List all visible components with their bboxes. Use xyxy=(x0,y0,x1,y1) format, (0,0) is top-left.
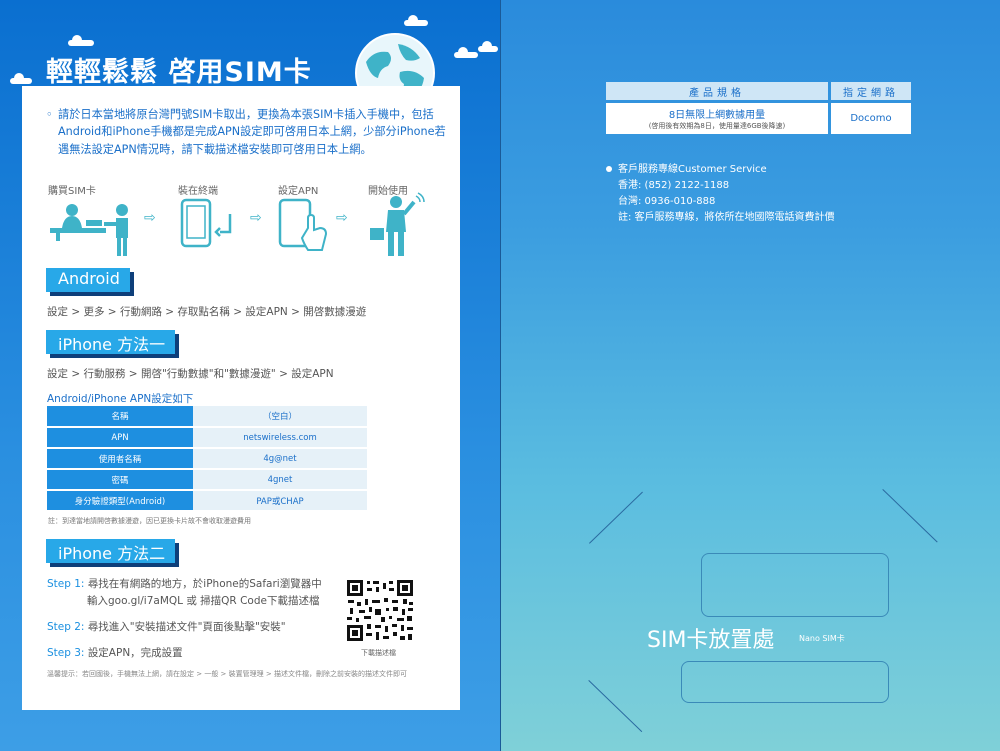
apn-settings-table: 名稱 （空白） APN netswireless.com 使用者名稱 4g@net 密… xyxy=(47,406,367,512)
table-row: 名稱 （空白） xyxy=(47,406,367,428)
step-2-label: Step 2: xyxy=(47,621,85,633)
intro-text: 請於日本當地將原台灣門號SIM卡取出，更換為本張SIM卡插入手機中，包括Andr… xyxy=(58,108,446,156)
cs-title-line: 客戶服務專線Customer Service xyxy=(606,162,835,178)
cut-line xyxy=(589,491,643,544)
sim-slot-top xyxy=(701,553,889,617)
apn-settings-title: Android/iPhone APN設定如下 xyxy=(47,393,194,405)
bullet-icon xyxy=(606,166,612,172)
apn-key: 使用者名稱 xyxy=(47,448,193,470)
apn-value: 4gnet xyxy=(193,469,367,491)
customer-service-block: 客戶服務專線Customer Service 香港: (852) 2122-11… xyxy=(606,162,835,226)
iphone1-tab-label: iPhone 方法一 xyxy=(58,335,166,354)
tab-iphone-method-1: iPhone 方法一 xyxy=(46,330,180,358)
phone-insert-icon xyxy=(180,198,232,248)
page-title: 輕輕鬆鬆 啓用SIM卡 xyxy=(46,57,312,88)
activation-steps: 購買SIM卡 裝在終端 設定APN 開始使用 ⇨ ⇨ ⇨ xyxy=(46,182,446,262)
cloud-decoration xyxy=(478,41,498,52)
method2-step-1-sub: 輸入goo.gl/i7aMQL 或 掃描QR Code下載描述檔 xyxy=(87,595,320,607)
tab-shadow-right xyxy=(129,272,134,292)
arrow-icon: ⇨ xyxy=(250,210,262,226)
cs-hongkong: 香港: (852) 2122-1188 xyxy=(618,180,730,191)
android-settings-path: 設定 > 更多 > 行動網路 > 存取點名稱 > 設定APN > 開啓數據漫遊 xyxy=(47,306,367,318)
table-row: 使用者名稱 4g@net xyxy=(47,448,367,470)
spec-cell: 8日無限上網數據用量 (啓用後有效期為8日，使用量達6GB後降速) xyxy=(606,100,828,134)
spec-header: 產品規格 xyxy=(606,82,828,100)
arrow-icon: ⇨ xyxy=(144,210,156,226)
qr-caption: 下載描述檔 xyxy=(361,649,396,657)
tab-shadow-right xyxy=(175,543,180,563)
step-label-install: 裝在終端 xyxy=(178,186,218,197)
step-1-label: Step 1: xyxy=(47,578,85,590)
spec-sub: (啓用後有效期為8日，使用量達6GB後降速) xyxy=(648,122,786,130)
step-label-buy: 購買SIM卡 xyxy=(48,186,96,197)
step-1-text: 尋找在有網路的地方，於iPhone的Safari瀏覽器中 xyxy=(87,578,322,590)
qr-code-icon[interactable] xyxy=(345,578,415,643)
table-row: 密碼 4gnet xyxy=(47,469,367,491)
step-3-label: Step 3: xyxy=(47,647,85,659)
sim-placement-label: SIM卡放置處 xyxy=(647,628,775,653)
android-tab-label: Android xyxy=(58,269,120,288)
table-row: 身分驗證類型(Android) PAP或CHAP xyxy=(47,490,367,512)
tab-shadow-bottom xyxy=(50,292,134,296)
sim-slot-bottom xyxy=(681,661,889,703)
iphone1-settings-path: 設定 > 行動服務 > 開啓"行動數據"和"數據漫遊" > 設定APN xyxy=(47,368,334,380)
apn-key: APN xyxy=(47,427,193,449)
cs-taiwan: 台灣: 0936-010-888 xyxy=(618,196,716,207)
shop-counter-icon xyxy=(50,204,128,256)
tab-shadow-right xyxy=(175,334,180,354)
product-spec-table: 產品規格 指定網路 8日無限上網數據用量 (啓用後有效期為8日，使用量達6GB後… xyxy=(603,82,914,134)
cloud-decoration xyxy=(10,73,32,84)
table-row: 8日無限上網數據用量 (啓用後有效期為8日，使用量達6GB後降速) Docomo xyxy=(606,100,911,134)
apn-key: 身分驗證類型(Android) xyxy=(47,490,193,512)
cloud-decoration xyxy=(68,35,94,46)
nano-sim-label: Nano SIM卡 xyxy=(799,634,845,643)
apn-key: 名稱 xyxy=(47,406,193,428)
tab-shadow-bottom xyxy=(50,563,180,567)
tab-android: Android xyxy=(46,268,134,296)
step-label-apn: 設定APN xyxy=(278,186,319,197)
tab-iphone-method-2: iPhone 方法二 xyxy=(46,539,180,567)
phone-tap-icon xyxy=(278,198,328,251)
cloud-decoration xyxy=(454,47,478,58)
cloud-decoration xyxy=(404,15,428,26)
iphone2-tab-label: iPhone 方法二 xyxy=(58,544,166,563)
tab-shadow-bottom xyxy=(50,354,180,358)
traveler-icon xyxy=(370,192,425,256)
intro-text-block: ◦ 請於日本當地將原台灣門號SIM卡取出，更換為本張SIM卡插入手機中，包括An… xyxy=(46,106,446,158)
apn-value: netswireless.com xyxy=(193,427,367,449)
apn-value: （空白） xyxy=(193,406,367,428)
apn-note: 註：到達當地請開啓數據漫遊，因已更換卡片故不會收取漫遊費用 xyxy=(48,517,251,525)
step-3-text: 設定APN，完成設置 xyxy=(87,647,183,659)
table-row: APN netswireless.com xyxy=(47,427,367,449)
network-header: 指定網路 xyxy=(831,82,911,100)
apn-key: 密碼 xyxy=(47,469,193,491)
method2-step-3: Step 3: 設定APN，完成設置 xyxy=(47,645,183,660)
apn-value: 4g@net xyxy=(193,448,367,470)
spec-main: 8日無限上網數據用量 xyxy=(668,110,766,121)
right-panel: 產品規格 指定網路 8日無限上網數據用量 (啓用後有效期為8日，使用量達6GB後… xyxy=(500,0,1000,751)
apn-value: PAP或CHAP xyxy=(193,490,367,512)
bullet-icon: ◦ xyxy=(46,108,53,121)
arrow-icon: ⇨ xyxy=(336,210,348,226)
method2-step-2: Step 2: 尋找進入"安裝描述文件"頁面後點擊"安裝" xyxy=(47,619,286,634)
network-value: Docomo xyxy=(831,100,911,134)
step-2-text: 尋找進入"安裝描述文件"頁面後點擊"安裝" xyxy=(87,621,286,633)
cs-title: 客戶服務專線Customer Service xyxy=(618,164,767,175)
method2-step-1: Step 1: 尋找在有網路的地方，於iPhone的Safari瀏覽器中 xyxy=(47,576,322,591)
cut-line xyxy=(588,680,643,733)
cut-line xyxy=(882,489,938,543)
cs-note: 註: 客戶服務專線，將依所在地國際電話資費計價 xyxy=(618,212,835,223)
tip-note: 溫馨提示：若回國後，手機無法上網，請在設定 > 一般 > 裝置管理理 > 描述文… xyxy=(47,670,407,678)
table-row: 產品規格 指定網路 xyxy=(606,82,911,100)
